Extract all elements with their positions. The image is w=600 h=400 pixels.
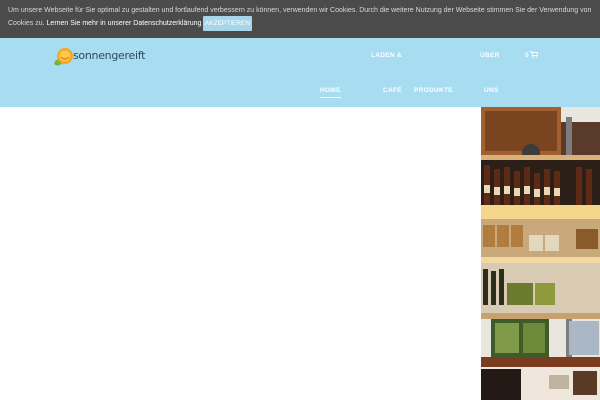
cookie-text-end: Cookies zu. (8, 20, 45, 27)
nav-item-cafe[interactable]: CAFÉ (383, 87, 402, 94)
nav-item-produkte[interactable]: PRODUKTE (414, 87, 453, 94)
accept-cookies-button[interactable]: AKZEPTIEREN (203, 16, 252, 31)
nav-item-ueber[interactable]: ÜBER (480, 52, 500, 59)
cookie-text-line2: Cookies zu. Lernen Sie mehr in unserer D… (8, 20, 201, 27)
cart-count: 0 (525, 52, 529, 59)
nav-item-uns[interactable]: UNS (484, 87, 499, 94)
sun-leaf-icon (54, 48, 73, 66)
shop-shelves-photo (481, 107, 600, 400)
site-logo[interactable]: sonnengereift (54, 46, 146, 68)
cart-button[interactable]: 0 (525, 51, 540, 59)
cookie-text: Um unsere Webseite für Sie optimal zu ge… (8, 7, 592, 14)
nav-item-laden[interactable]: LADEN & (371, 52, 402, 59)
shopping-cart-icon (530, 51, 540, 58)
nav-item-home[interactable]: HOME (320, 87, 341, 98)
logo-wordmark: sonnengereift (73, 49, 146, 62)
cookie-banner: Um unsere Webseite für Sie optimal zu ge… (0, 0, 600, 38)
shop-shelves-image (481, 107, 600, 400)
privacy-policy-link[interactable]: Lernen Sie mehr in unserer Datenschutzer… (47, 20, 202, 27)
